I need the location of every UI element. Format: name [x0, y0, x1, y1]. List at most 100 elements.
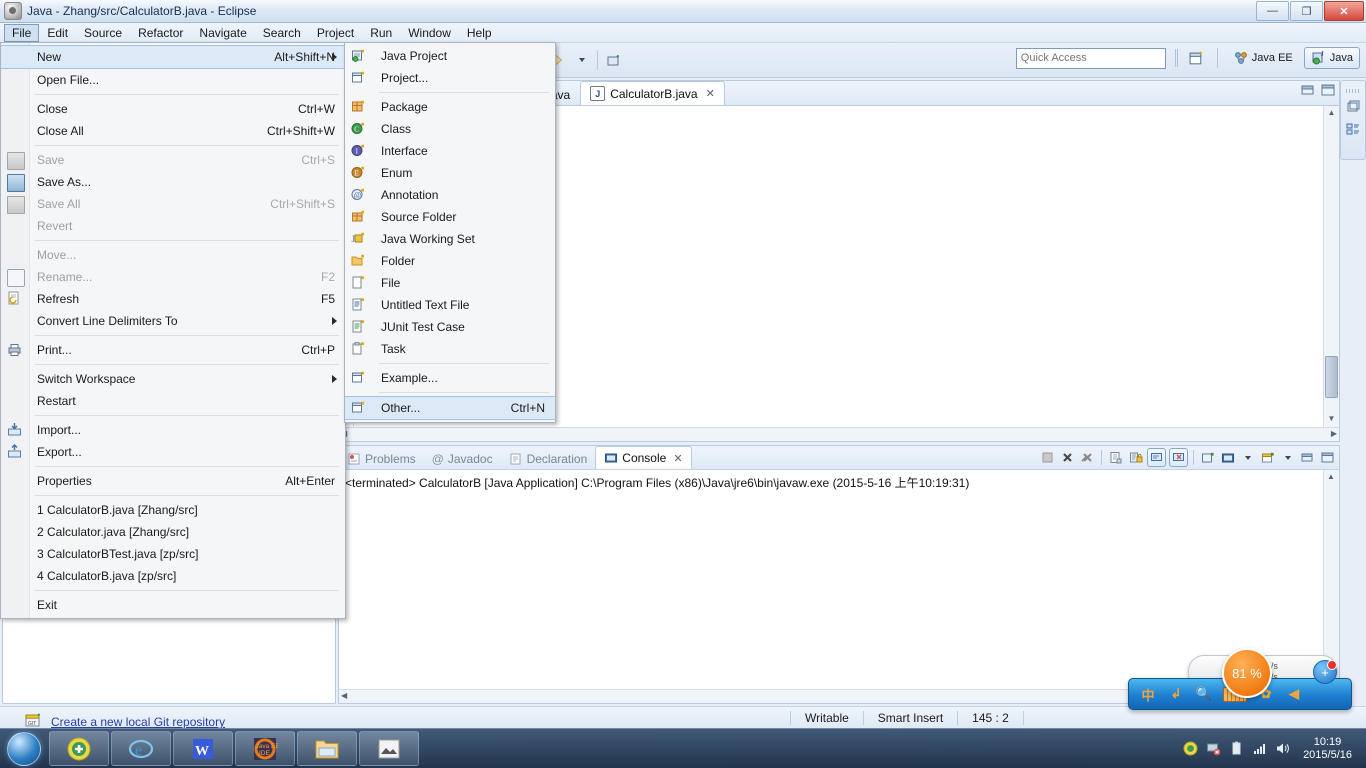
- submenu-item-enum[interactable]: E Enum: [345, 162, 555, 184]
- remove-all-launches-icon[interactable]: [1079, 449, 1096, 466]
- submenu-item-project[interactable]: Project...: [345, 67, 555, 89]
- scroll-left-arrow[interactable]: ◀: [341, 691, 347, 700]
- taskbar-clock[interactable]: 10:19 2015/5/16: [1297, 736, 1358, 762]
- progress-percent-badge[interactable]: 81 %: [1222, 648, 1272, 698]
- scroll-right-arrow[interactable]: ▶: [1331, 429, 1337, 438]
- menu-file[interactable]: File: [4, 23, 40, 42]
- forward-dropdown-icon[interactable]: [570, 49, 592, 71]
- submenu-item-file[interactable]: File: [345, 272, 555, 294]
- menu-refactor[interactable]: Refactor: [130, 24, 191, 42]
- menu-search[interactable]: Search: [255, 24, 309, 42]
- minimize-icon[interactable]: [1301, 84, 1315, 96]
- menu-edit[interactable]: Edit: [39, 24, 76, 42]
- scrollbar-thumb[interactable]: [1325, 356, 1338, 398]
- new-console-view-icon[interactable]: [1259, 449, 1276, 466]
- submenu-item-java-project[interactable]: Java Project: [345, 45, 555, 67]
- close-icon[interactable]: ✕: [706, 87, 715, 100]
- close-icon[interactable]: ✕: [673, 452, 682, 465]
- taskbar-app-eclipse-java-ee[interactable]: Java EE IDE: [235, 731, 295, 766]
- editor-horizontal-scrollbar[interactable]: ◀ ▶: [339, 427, 1339, 441]
- menu-item-restart[interactable]: Restart: [1, 390, 345, 412]
- search-icon[interactable]: 🔍: [1195, 685, 1213, 703]
- taskbar-app-security[interactable]: [49, 731, 109, 766]
- submenu-item-class[interactable]: C Class: [345, 118, 555, 140]
- menu-item-export[interactable]: Export...: [1, 441, 345, 463]
- pin-console-icon[interactable]: [1147, 448, 1166, 467]
- perspective-grip[interactable]: [1174, 49, 1178, 67]
- fast-view-grip[interactable]: [1346, 89, 1360, 93]
- submenu-item-task[interactable]: Task: [345, 338, 555, 360]
- menu-item-import[interactable]: Import...: [1, 419, 345, 441]
- view-tab-javadoc[interactable]: @ Javadoc: [424, 449, 501, 469]
- editor-vertical-scrollbar[interactable]: ▲ ▼: [1323, 106, 1339, 427]
- perspective-java-ee[interactable]: Java EE: [1226, 47, 1300, 69]
- maximize-button[interactable]: ❐: [1290, 1, 1323, 21]
- menu-item-exit[interactable]: Exit: [1, 594, 345, 616]
- restore-perspective-icon[interactable]: [1345, 99, 1361, 115]
- create-local-git-repository-link[interactable]: Create a new local Git repository: [51, 715, 225, 729]
- menu-item-recent-file-3[interactable]: 3 CalculatorBTest.java [zp/src]: [1, 543, 345, 565]
- menu-item-refresh[interactable]: Refresh F5: [1, 288, 345, 310]
- menu-item-save-as[interactable]: Save As...: [1, 171, 345, 193]
- clear-console-icon[interactable]: [1107, 449, 1124, 466]
- submenu-item-folder[interactable]: Folder: [345, 250, 555, 272]
- menu-item-new[interactable]: New Alt+Shift+N: [1, 45, 345, 69]
- menu-item-recent-file-1[interactable]: 1 CalculatorB.java [Zhang/src]: [1, 499, 345, 521]
- scroll-up-arrow[interactable]: ▲: [1327, 472, 1335, 481]
- taskbar-app-internet-explorer[interactable]: e: [111, 731, 171, 766]
- minimize-icon[interactable]: [1299, 449, 1316, 466]
- display-selected-console-dropdown-icon[interactable]: [1239, 449, 1256, 466]
- menu-item-convert-line-delimiters[interactable]: Convert Line Delimiters To: [1, 310, 345, 332]
- open-console-icon[interactable]: [1199, 449, 1216, 466]
- menu-source[interactable]: Source: [76, 24, 130, 42]
- volume-tray-icon[interactable]: [1274, 741, 1290, 757]
- submenu-item-other[interactable]: Other... Ctrl+N: [345, 396, 555, 420]
- maximize-icon[interactable]: [1321, 84, 1335, 96]
- submenu-item-interface[interactable]: I Interface: [345, 140, 555, 162]
- menu-item-properties[interactable]: Properties Alt+Enter: [1, 470, 345, 492]
- submenu-item-junit-test-case[interactable]: JUnit Test Case: [345, 316, 555, 338]
- console-output-area[interactable]: <terminated> CalculatorB [Java Applicati…: [339, 470, 1339, 689]
- scroll-up-arrow[interactable]: ▲: [1326, 108, 1337, 119]
- sound-icon[interactable]: ◀: [1285, 685, 1303, 703]
- terminate-icon[interactable]: [1039, 449, 1056, 466]
- add-button[interactable]: +: [1313, 660, 1337, 684]
- menu-help[interactable]: Help: [459, 24, 500, 42]
- menu-navigate[interactable]: Navigate: [191, 24, 254, 42]
- submenu-item-annotation[interactable]: @ Annotation: [345, 184, 555, 206]
- submenu-item-java-working-set[interactable]: J Java Working Set: [345, 228, 555, 250]
- menu-run[interactable]: Run: [362, 24, 400, 42]
- new-console-view-dropdown-icon[interactable]: [1279, 449, 1296, 466]
- menu-window[interactable]: Window: [400, 24, 459, 42]
- open-type-icon[interactable]: [603, 49, 625, 71]
- menu-item-recent-file-2[interactable]: 2 Calculator.java [Zhang/src]: [1, 521, 345, 543]
- perspective-java[interactable]: J Java: [1303, 47, 1360, 69]
- view-tab-declaration[interactable]: Declaration: [501, 449, 596, 469]
- show-console-icon[interactable]: [1169, 448, 1188, 467]
- remove-launch-icon[interactable]: [1059, 449, 1076, 466]
- battery-tray-icon[interactable]: [1228, 741, 1244, 757]
- maximize-icon[interactable]: [1319, 449, 1336, 466]
- submenu-item-example[interactable]: Example...: [345, 367, 555, 389]
- open-perspective-icon[interactable]: [1186, 47, 1208, 69]
- scroll-down-arrow[interactable]: ▼: [1326, 414, 1337, 425]
- submenu-item-untitled-text-file[interactable]: Untitled Text File: [345, 294, 555, 316]
- editor-tab-calculatorb[interactable]: J CalculatorB.java ✕: [580, 81, 725, 105]
- menu-item-close-all[interactable]: Close All Ctrl+Shift+W: [1, 120, 345, 142]
- menu-project[interactable]: Project: [309, 24, 362, 42]
- close-button[interactable]: ✕: [1324, 1, 1364, 21]
- start-button[interactable]: [0, 730, 48, 767]
- outline-view-icon[interactable]: [1345, 121, 1361, 137]
- display-selected-console-icon[interactable]: [1219, 449, 1236, 466]
- menu-item-recent-file-4[interactable]: 4 CalculatorB.java [zp/src]: [1, 565, 345, 587]
- view-tab-console[interactable]: Console ✕: [595, 446, 692, 469]
- menu-item-close[interactable]: Close Ctrl+W: [1, 98, 345, 120]
- quick-access-input[interactable]: [1015, 47, 1166, 69]
- simplified-toggle-icon[interactable]: ↲: [1167, 685, 1185, 703]
- taskbar-app-file-explorer[interactable]: [297, 731, 357, 766]
- submenu-item-source-folder[interactable]: Source Folder: [345, 206, 555, 228]
- scroll-lock-icon[interactable]: [1127, 449, 1144, 466]
- taskbar-app-word[interactable]: W: [173, 731, 233, 766]
- submenu-item-package[interactable]: Package: [345, 96, 555, 118]
- menu-item-open-file[interactable]: Open File...: [1, 69, 345, 91]
